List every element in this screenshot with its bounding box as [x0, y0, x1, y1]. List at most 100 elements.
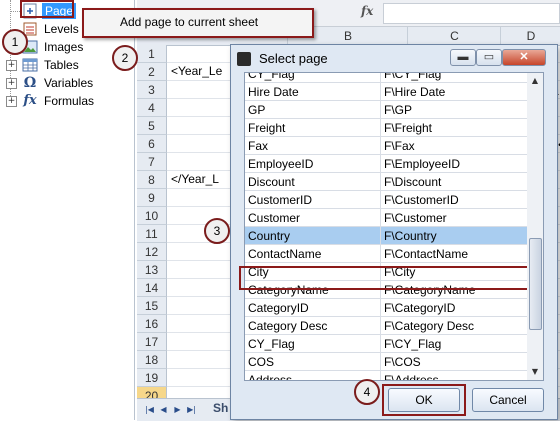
list-item[interactable]: CY_Flag F\CY_Flag: [245, 335, 528, 353]
list-item-path: F\CY_Flag: [384, 337, 442, 351]
cancel-button[interactable]: Cancel: [472, 388, 544, 412]
maximize-button[interactable]: ▭: [476, 49, 502, 66]
page-list[interactable]: CY_Flag F\CY_Flag Hire Date F\Hire Date GP F\…: [244, 72, 529, 381]
list-item-path: F\CustomerID: [384, 193, 459, 207]
row-header[interactable]: 4: [137, 99, 167, 117]
list-item-name: EmployeeID: [248, 157, 314, 171]
first-sheet-icon[interactable]: |◀: [145, 404, 154, 415]
tree-item-label: Variables: [44, 76, 94, 90]
page-highlight-box: [20, 0, 74, 18]
column-header-c[interactable]: C: [407, 27, 501, 45]
list-item[interactable]: Category Desc F\Category Desc: [245, 317, 528, 335]
menu-item-add-page[interactable]: Add page to current sheet: [120, 15, 258, 29]
next-sheet-icon[interactable]: ▶: [173, 404, 182, 415]
list-item[interactable]: EmployeeID F\EmployeeID: [245, 155, 528, 173]
list-item-name: COS: [248, 355, 275, 369]
list-item-path: F\CY_Flag: [384, 72, 442, 81]
row-header[interactable]: 16: [137, 315, 167, 333]
row-header[interactable]: 3: [137, 81, 167, 99]
tree-item-label: Levels: [44, 22, 79, 36]
row-header[interactable]: 18: [137, 351, 167, 369]
row-header[interactable]: 7: [137, 153, 167, 171]
column-divider: [380, 371, 381, 380]
tree-item-formulas[interactable]: + fx Formulas: [0, 92, 134, 110]
list-item-name: Discount: [248, 175, 295, 189]
list-item-path: F\Hire Date: [384, 85, 446, 99]
list-item-name: Country: [248, 229, 291, 243]
column-header-d[interactable]: D: [500, 27, 560, 45]
list-item-path: F\ContactName: [384, 247, 469, 261]
formula-fx-icon: fx: [361, 4, 374, 18]
list-item[interactable]: CategoryID F\CategoryID: [245, 299, 528, 317]
row-header[interactable]: 15: [137, 297, 167, 315]
scroll-down-icon[interactable]: ▼: [527, 364, 543, 380]
cell-year-level-open[interactable]: <Year_Le: [171, 64, 222, 78]
column-divider: [380, 209, 381, 227]
select-page-dialog: Select page ▬ ▭ ✕ CY_Flag F\CY_Flag Hire D…: [230, 44, 558, 420]
list-scrollbar[interactable]: ▲ ▼: [527, 72, 544, 381]
scroll-thumb[interactable]: [529, 238, 542, 330]
row-header[interactable]: 11: [137, 225, 167, 243]
list-item[interactable]: Fax F\Fax: [245, 137, 528, 155]
list-item[interactable]: ContactName F\ContactName: [245, 245, 528, 263]
tree-item-label: Tables: [44, 58, 79, 72]
row-header[interactable]: 2: [137, 63, 167, 81]
list-item-name: Fax: [248, 139, 269, 153]
list-item[interactable]: Hire Date F\Hire Date: [245, 83, 528, 101]
sheet-tab[interactable]: Sh: [213, 401, 228, 415]
minimize-button[interactable]: ▬: [450, 49, 476, 66]
row-header[interactable]: 17: [137, 333, 167, 351]
expand-icon[interactable]: +: [6, 96, 17, 107]
dialog-app-icon: [237, 52, 251, 66]
close-button[interactable]: ✕: [502, 49, 546, 66]
list-item[interactable]: Customer F\Customer: [245, 209, 528, 227]
column-divider: [380, 335, 381, 353]
list-item-name: Freight: [248, 121, 286, 135]
list-item-path: F\CategoryID: [384, 301, 456, 315]
list-item-path: F\Customer: [384, 211, 447, 225]
fx-icon: fx: [23, 93, 37, 108]
row-header[interactable]: 13: [137, 261, 167, 279]
column-divider: [380, 119, 381, 137]
list-item[interactable]: Country F\Country: [245, 227, 528, 245]
list-item-path: F\COS: [384, 355, 421, 369]
row-header[interactable]: 19: [137, 369, 167, 387]
row-header[interactable]: 6: [137, 135, 167, 153]
tree-item-variables[interactable]: + Ω Variables: [0, 74, 134, 92]
tree-item-label: Images: [44, 40, 84, 54]
list-item-path: F\Country: [384, 229, 437, 243]
cell-year-level-close[interactable]: </Year_L: [171, 172, 219, 186]
expand-icon[interactable]: +: [6, 60, 17, 71]
list-item[interactable]: GP F\GP: [245, 101, 528, 119]
formula-input[interactable]: [383, 3, 560, 24]
list-item-path: F\Freight: [384, 121, 433, 135]
list-item[interactable]: Freight F\Freight: [245, 119, 528, 137]
list-item[interactable]: CY_Flag F\CY_Flag: [245, 72, 528, 83]
row-header[interactable]: 8: [137, 171, 167, 189]
expand-icon[interactable]: +: [6, 78, 17, 89]
callout-1: 1: [2, 29, 28, 55]
list-item-path: F\Category Desc: [384, 319, 475, 333]
prev-sheet-icon[interactable]: ◀: [159, 404, 168, 415]
row-header[interactable]: 9: [137, 189, 167, 207]
row-header[interactable]: 5: [137, 117, 167, 135]
list-item-name: CategoryID: [248, 301, 309, 315]
callout-4: 4: [354, 379, 380, 405]
row-header[interactable]: 12: [137, 243, 167, 261]
list-item[interactable]: CustomerID F\CustomerID: [245, 191, 528, 209]
scroll-up-icon[interactable]: ▲: [527, 73, 543, 89]
list-item-path: F\Discount: [384, 175, 442, 189]
list-item-name: Address: [248, 373, 293, 381]
list-item-name: CustomerID: [248, 193, 313, 207]
list-item[interactable]: Discount F\Discount: [245, 173, 528, 191]
row-header[interactable]: 14: [137, 279, 167, 297]
list-item[interactable]: Address F\Address: [245, 371, 528, 381]
list-item-name: Hire Date: [248, 85, 299, 99]
row-header[interactable]: 1: [137, 45, 167, 63]
column-divider: [380, 191, 381, 209]
last-sheet-icon[interactable]: ▶|: [187, 404, 196, 415]
list-item[interactable]: COS F\COS: [245, 353, 528, 371]
context-menu: Add page to current sheet: [82, 8, 314, 38]
callout-2: 2: [112, 45, 138, 71]
row-header[interactable]: 10: [137, 207, 167, 225]
